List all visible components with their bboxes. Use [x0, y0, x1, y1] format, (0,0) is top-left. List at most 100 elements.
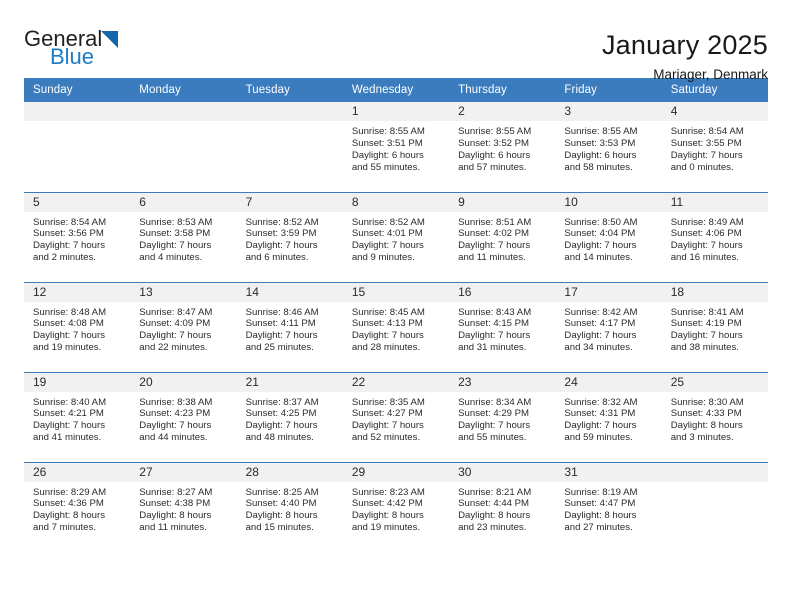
calendar-day-cell[interactable]: 26 Sunrise: 8:29 AM Sunset: 4:36 PM Dayligh… — [24, 461, 131, 552]
calendar-day-cell[interactable]: 14 Sunrise: 8:46 AM Sunset: 4:11 PM Dayligh… — [236, 281, 343, 372]
day-detail-daylight2: and 44 minutes. — [139, 432, 208, 444]
page-title: January 2025 — [601, 30, 768, 60]
day-detail-daylight2: and 52 minutes. — [351, 432, 421, 444]
day-details: Sunrise: 8:41 AM Sunset: 4:19 PM Daylight:… — [662, 302, 768, 355]
calendar-day-cell[interactable]: 16 Sunrise: 8:43 AM Sunset: 4:15 PM Dayligh… — [449, 281, 556, 372]
day-detail-daylight2: and 6 minutes. — [245, 252, 309, 264]
day-details: Sunrise: 8:23 AM Sunset: 4:42 PM Daylight:… — [343, 482, 449, 535]
day-number: 15 — [342, 282, 450, 302]
calendar-day-cell[interactable]: 29 Sunrise: 8:23 AM Sunset: 4:42 PM Dayligh… — [342, 461, 450, 552]
calendar-cell-empty — [236, 102, 343, 192]
calendar-day-cell[interactable]: 1 Sunrise: 8:55 AM Sunset: 3:51 PM Daylight… — [342, 102, 450, 192]
day-detail-sunrise: Sunrise: 8:55 AM — [564, 126, 638, 137]
calendar-day-cell[interactable]: 12 Sunrise: 8:48 AM Sunset: 4:08 PM Dayligh… — [24, 281, 131, 372]
day-detail-sunrise: Sunrise: 8:40 AM — [33, 396, 107, 408]
generalblue-logo[interactable]: General Blue — [24, 28, 136, 68]
day-detail-sunrise: Sunrise: 8:47 AM — [139, 306, 213, 318]
day-detail-sunset: Sunset: 4:40 PM — [245, 498, 317, 510]
calendar-day-cell[interactable]: 31 Sunrise: 8:19 AM Sunset: 4:47 PM Dayligh… — [555, 461, 662, 552]
weekday-header-thursday: Thursday — [449, 78, 556, 102]
day-details: Sunrise: 8:54 AM Sunset: 3:56 PM Daylight:… — [24, 212, 130, 265]
day-detail-sunset: Sunset: 4:23 PM — [139, 408, 211, 420]
day-details: Sunrise: 8:34 AM Sunset: 4:29 PM Daylight:… — [449, 392, 555, 445]
day-detail-daylight2: and 25 minutes. — [245, 342, 314, 354]
day-detail-daylight1: Daylight: 7 hours — [351, 330, 424, 342]
day-detail-sunrise: Sunrise: 8:54 AM — [670, 126, 744, 137]
calendar-day-cell[interactable]: 4 Sunrise: 8:54 AM Sunset: 3:55 PM Daylight… — [661, 102, 768, 192]
day-details: Sunrise: 8:42 AM Sunset: 4:17 PM Daylight:… — [555, 302, 661, 355]
day-detail-daylight2: and 57 minutes. — [458, 161, 527, 173]
day-detail-sunrise: Sunrise: 8:55 AM — [458, 126, 532, 137]
calendar-day-cell[interactable]: 25 Sunrise: 8:30 AM Sunset: 4:33 PM Dayligh… — [661, 371, 768, 462]
day-detail-sunrise: Sunrise: 8:55 AM — [351, 126, 425, 137]
calendar-day-cell[interactable]: 5 Sunrise: 8:54 AM Sunset: 3:56 PM Daylight… — [24, 191, 131, 282]
day-detail-sunset: Sunset: 4:13 PM — [351, 318, 423, 330]
day-detail-sunrise: Sunrise: 8:34 AM — [458, 396, 532, 408]
day-detail-sunset: Sunset: 4:06 PM — [670, 228, 742, 240]
calendar-cell-empty — [24, 102, 131, 192]
calendar-day-cell[interactable]: 30 Sunrise: 8:21 AM Sunset: 4:44 PM Dayligh… — [449, 461, 556, 552]
day-number: 5 — [24, 192, 131, 212]
day-details: Sunrise: 8:49 AM Sunset: 4:06 PM Daylight:… — [662, 212, 768, 265]
day-detail-sunset: Sunset: 4:44 PM — [458, 498, 530, 510]
day-detail-daylight1: Daylight: 7 hours — [564, 240, 637, 252]
day-number — [236, 102, 343, 121]
calendar-day-cell[interactable]: 9 Sunrise: 8:51 AM Sunset: 4:02 PM Daylight… — [449, 191, 556, 282]
calendar-day-cell[interactable]: 28 Sunrise: 8:25 AM Sunset: 4:40 PM Dayligh… — [236, 461, 343, 552]
day-details: Sunrise: 8:55 AM Sunset: 3:51 PM Daylight:… — [343, 121, 449, 174]
calendar-day-cell[interactable]: 19 Sunrise: 8:40 AM Sunset: 4:21 PM Dayligh… — [24, 371, 131, 462]
day-detail-daylight2: and 15 minutes. — [245, 522, 314, 534]
day-detail-daylight2: and 0 minutes. — [670, 161, 734, 173]
calendar-day-cell[interactable]: 24 Sunrise: 8:32 AM Sunset: 4:31 PM Dayligh… — [555, 371, 662, 462]
calendar-day-cell[interactable]: 18 Sunrise: 8:41 AM Sunset: 4:19 PM Dayligh… — [661, 281, 768, 372]
calendar-day-cell[interactable]: 21 Sunrise: 8:37 AM Sunset: 4:25 PM Dayligh… — [236, 371, 343, 462]
day-detail-sunset: Sunset: 4:33 PM — [670, 408, 742, 420]
day-detail-sunrise: Sunrise: 8:52 AM — [245, 216, 319, 228]
day-number: 27 — [130, 462, 237, 482]
day-details: Sunrise: 8:46 AM Sunset: 4:11 PM Daylight:… — [237, 302, 343, 355]
calendar-day-cell[interactable]: 7 Sunrise: 8:52 AM Sunset: 3:59 PM Daylight… — [236, 191, 343, 282]
day-detail-daylight1: Daylight: 8 hours — [33, 510, 105, 522]
day-detail-daylight2: and 19 minutes. — [351, 522, 421, 534]
day-detail-daylight2: and 7 minutes. — [33, 522, 96, 534]
day-detail-daylight1: Daylight: 8 hours — [670, 420, 743, 432]
day-detail-daylight1: Daylight: 6 hours — [458, 149, 531, 161]
day-detail-sunrise: Sunrise: 8:54 AM — [33, 216, 107, 228]
calendar-day-cell[interactable]: 11 Sunrise: 8:49 AM Sunset: 4:06 PM Dayligh… — [661, 191, 768, 282]
day-detail-sunrise: Sunrise: 8:25 AM — [245, 486, 319, 498]
day-detail-daylight2: and 9 minutes. — [351, 252, 415, 264]
day-detail-sunrise: Sunrise: 8:41 AM — [670, 306, 744, 318]
day-detail-daylight2: and 55 minutes. — [458, 432, 527, 444]
day-detail-daylight1: Daylight: 7 hours — [245, 420, 318, 432]
calendar-day-cell[interactable]: 20 Sunrise: 8:38 AM Sunset: 4:23 PM Dayligh… — [130, 371, 237, 462]
calendar-day-cell[interactable]: 22 Sunrise: 8:35 AM Sunset: 4:27 PM Dayligh… — [342, 371, 450, 462]
calendar-day-cell[interactable]: 2 Sunrise: 8:55 AM Sunset: 3:52 PM Daylight… — [449, 102, 556, 192]
calendar-week-row: 12 Sunrise: 8:48 AM Sunset: 4:08 PM Dayligh… — [24, 281, 768, 372]
title-block: January 2025 Mariager, Denmark — [602, 28, 768, 85]
day-number: 17 — [555, 282, 662, 302]
day-number: 26 — [24, 462, 131, 482]
day-number: 13 — [130, 282, 237, 302]
day-detail-daylight1: Daylight: 7 hours — [458, 240, 531, 252]
day-number: 30 — [449, 462, 556, 482]
calendar-day-cell[interactable]: 15 Sunrise: 8:45 AM Sunset: 4:13 PM Dayligh… — [342, 281, 450, 372]
day-number — [130, 102, 237, 121]
calendar-day-cell[interactable]: 3 Sunrise: 8:55 AM Sunset: 3:53 PM Daylight… — [555, 102, 662, 192]
day-details: Sunrise: 8:43 AM Sunset: 4:15 PM Daylight:… — [449, 302, 555, 355]
calendar-day-cell[interactable]: 10 Sunrise: 8:50 AM Sunset: 4:04 PM Dayligh… — [555, 191, 662, 282]
calendar-day-cell[interactable]: 17 Sunrise: 8:42 AM Sunset: 4:17 PM Dayligh… — [555, 281, 662, 372]
day-detail-sunrise: Sunrise: 8:29 AM — [33, 486, 107, 498]
day-detail-daylight2: and 38 minutes. — [670, 342, 739, 354]
calendar-day-cell[interactable]: 13 Sunrise: 8:47 AM Sunset: 4:09 PM Dayligh… — [130, 281, 237, 372]
day-detail-sunset: Sunset: 4:47 PM — [564, 498, 636, 510]
calendar-day-cell[interactable]: 8 Sunrise: 8:52 AM Sunset: 4:01 PM Daylight… — [342, 191, 450, 282]
calendar-day-cell[interactable]: 27 Sunrise: 8:27 AM Sunset: 4:38 PM Dayligh… — [130, 461, 237, 552]
day-detail-sunset: Sunset: 3:56 PM — [33, 228, 104, 240]
calendar-day-cell[interactable]: 6 Sunrise: 8:53 AM Sunset: 3:58 PM Daylight… — [130, 191, 237, 282]
day-number: 3 — [555, 102, 662, 121]
day-detail-sunset: Sunset: 3:59 PM — [245, 228, 317, 240]
day-detail-daylight2: and 48 minutes. — [245, 432, 314, 444]
day-details: Sunrise: 8:27 AM Sunset: 4:38 PM Daylight:… — [130, 482, 236, 535]
calendar-day-cell[interactable]: 23 Sunrise: 8:34 AM Sunset: 4:29 PM Dayligh… — [449, 371, 556, 462]
day-detail-sunset: Sunset: 4:17 PM — [564, 318, 636, 330]
